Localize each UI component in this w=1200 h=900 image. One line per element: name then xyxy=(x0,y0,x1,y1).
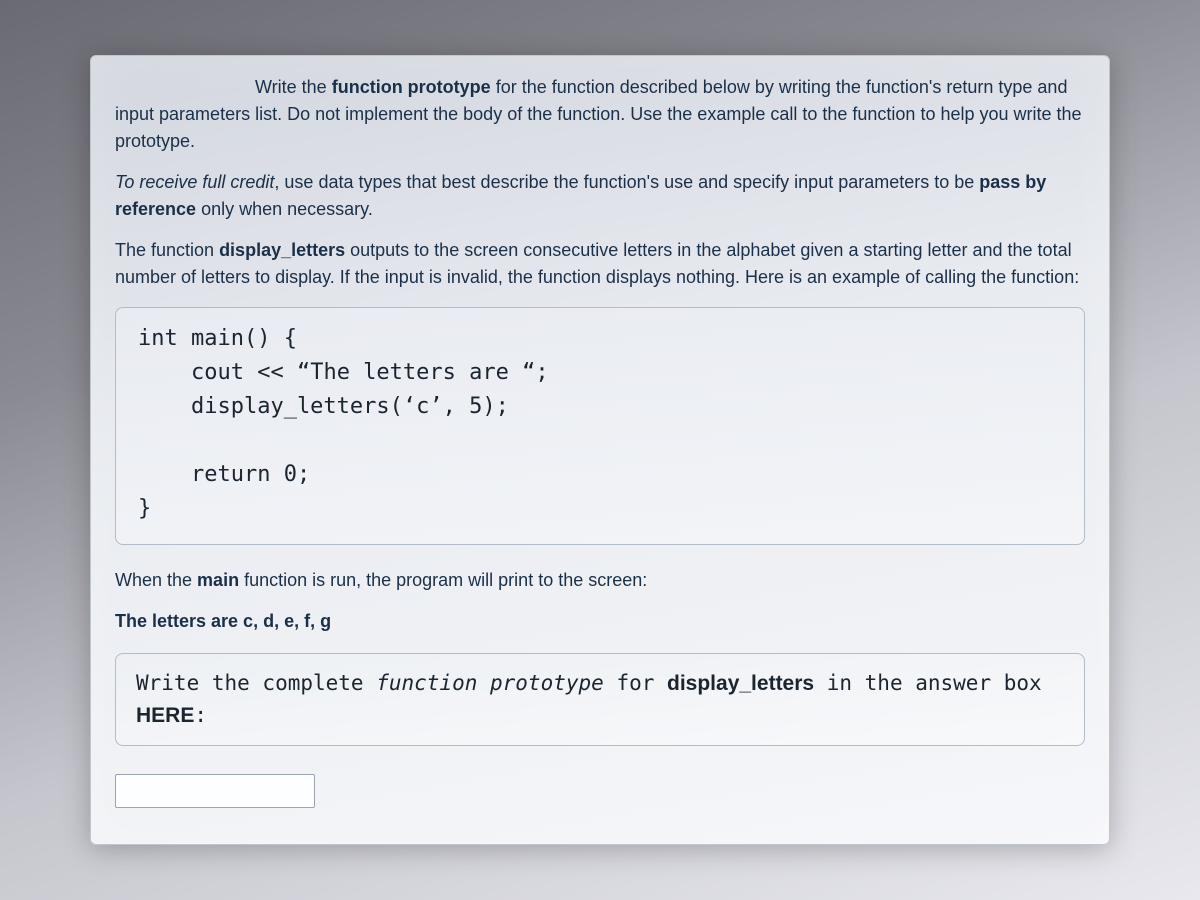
text: for xyxy=(604,671,667,695)
text-italic: function prototype xyxy=(376,671,604,695)
expected-output: The letters are c, d, e, f, g xyxy=(115,611,331,631)
text: , use data types that best describe the … xyxy=(274,172,979,192)
code-line: cout << “The letters are “; xyxy=(138,360,549,385)
code-line: return 0; xyxy=(138,462,310,487)
text-italic: To receive full credit xyxy=(115,172,274,192)
text: Write the complete xyxy=(136,671,376,695)
code-line: display_letters(‘c’, 5); xyxy=(138,394,509,419)
text: function is run, the program will print … xyxy=(239,570,647,590)
text: only when necessary. xyxy=(196,199,373,219)
code-example: int main() { cout << “The letters are “;… xyxy=(115,307,1085,546)
here-label: HERE xyxy=(136,704,194,727)
answer-input[interactable] xyxy=(115,774,315,808)
text-bold: function prototype xyxy=(332,77,491,97)
code-line: int main() { xyxy=(138,326,297,351)
question-card: Write the function prototype for the fun… xyxy=(90,55,1110,846)
description-paragraph: The function display_letters outputs to … xyxy=(115,237,1085,291)
text: When the xyxy=(115,570,197,590)
code-line: } xyxy=(138,496,151,521)
function-name: display_letters xyxy=(219,240,345,260)
text: The function xyxy=(115,240,219,260)
function-name: display_letters xyxy=(667,672,814,695)
intro-paragraph: Write the function prototype for the fun… xyxy=(115,74,1085,155)
output-paragraph: The letters are c, d, e, f, g xyxy=(115,608,1085,635)
answer-prompt: Write the complete function prototype fo… xyxy=(115,653,1085,746)
text: : xyxy=(194,703,207,727)
text: Write the xyxy=(255,77,332,97)
credit-paragraph: To receive full credit, use data types t… xyxy=(115,169,1085,223)
text-bold: main xyxy=(197,570,239,590)
text: in the answer box xyxy=(814,671,1042,695)
run-paragraph: When the main function is run, the progr… xyxy=(115,567,1085,594)
